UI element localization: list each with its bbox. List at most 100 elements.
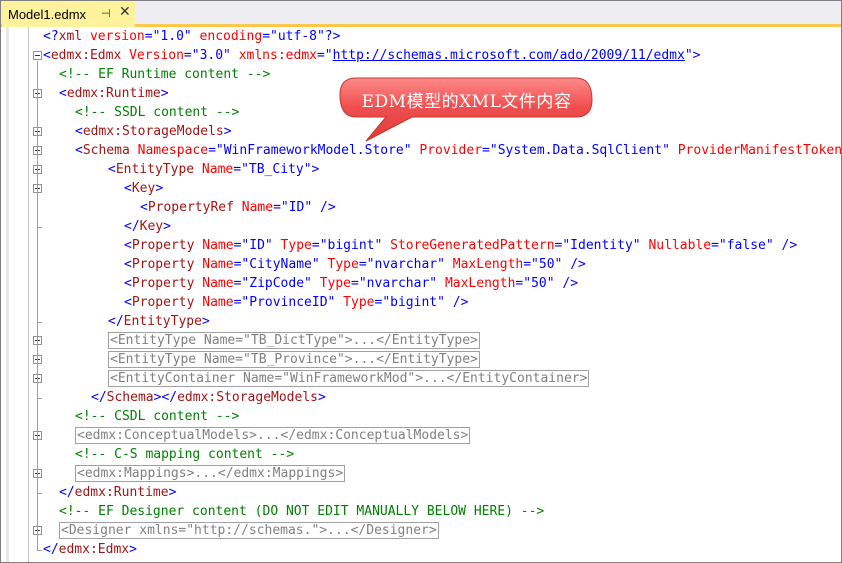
code-token: Name [194,276,234,291]
code-token[interactable]: http://schemas.microsoft.com/ado/2009/11… [333,48,685,63]
pin-icon[interactable]: ⊣ [101,7,111,20]
code-token: "> [684,48,701,63]
code-line[interactable]: <edmx:Edmx Version="3.0" xmlns:edmx="htt… [1,46,841,65]
code-line[interactable]: <Designer xmlns="http://schemas.">...</D… [1,521,841,540]
code-token: false [726,238,766,253]
code-token: =" [144,29,161,44]
code-line[interactable]: <?xml version="1.0" encoding="utf-8"?> [1,27,841,46]
code-line[interactable]: <EntityContainer Name="WinFrameworkMod">… [1,369,841,388]
code-token: "> [303,162,320,177]
code-token: " [183,29,192,44]
code-token: <!-- CSDL content --> [75,409,240,424]
code-token: edmx:Runtime [74,485,169,500]
code-token: " [662,143,670,158]
code-token: CityName [249,257,312,272]
code-token: ZipCode [249,276,305,291]
code-token: bigint [390,295,438,310]
collapsed-region[interactable]: <Designer xmlns="http://schemas.">...</D… [59,522,439,539]
code-token: edmx:StorageModels [82,124,224,139]
code-token: PropertyRef [147,200,234,215]
code-text: </EntityType> [108,312,210,331]
code-line[interactable]: </edmx:Runtime> [1,483,841,502]
code-line[interactable]: <!-- CSDL content --> [1,407,841,426]
code-line[interactable]: <!-- EF Designer content (DO NOT EDIT MA… [1,502,841,521]
callout-text: EDM模型的XML文件内容 [361,91,572,112]
code-token: < [75,143,83,158]
collapsed-region[interactable]: <edmx:Mappings>...</edmx:Mappings> [75,465,346,482]
code-token: < [108,162,116,177]
fold-end-marker [37,493,42,494]
collapsed-region[interactable]: <edmx:ConceptualModels>...</edmx:Concept… [75,427,471,444]
code-token: < [124,181,132,196]
code-line[interactable]: <EntityType Name="TB_Province">...</Enti… [1,350,841,369]
code-token: MaxLength [437,276,516,291]
code-token: " /> [765,238,798,253]
code-token: < [124,295,132,310]
code-token: < [140,200,148,215]
code-token: Type [272,238,312,253]
code-text: </edmx:Runtime> [59,483,176,502]
code-token: =" [273,200,289,215]
code-token: MaxLength [444,257,524,272]
code-line[interactable]: <Property Name="ZipCode" Type="nvarchar"… [1,274,841,293]
collapsed-region[interactable]: <EntityContainer Name="WinFrameworkMod">… [108,370,590,387]
code-line[interactable]: <PropertyRef Name="ID" /> [1,198,841,217]
code-token: ID [249,238,265,253]
close-icon[interactable]: ✕ [119,4,131,20]
code-token: edmx:StorageModels [177,390,318,405]
code-token: " [437,257,445,272]
code-line[interactable]: <Key> [1,179,841,198]
code-line[interactable]: </Key> [1,217,841,236]
code-token: Schema [82,143,130,158]
code-line[interactable]: <Property Name="ProvinceID" Type="bigint… [1,293,841,312]
fold-end-marker [37,227,42,228]
code-line[interactable]: <!-- C-S mapping content --> [1,445,841,464]
collapsed-region[interactable]: <EntityType Name="TB_Province">...</Enti… [108,351,480,368]
code-text: <Property Name="ZipCode" Type="nvarchar"… [124,274,578,293]
collapse-icon[interactable] [33,51,42,60]
code-token: =" [523,257,539,272]
code-text: </Schema></edmx:StorageModels> [91,388,326,407]
code-token: =" [262,29,278,44]
code-token: EntityType [115,162,195,177]
code-token: Property [131,257,195,272]
code-token: ProvinceID [249,295,328,310]
code-token: 50 [531,276,547,291]
code-token: 1.0 [160,29,184,44]
code-line[interactable]: <EntityType Name="TB_DictType">...</Enti… [1,331,841,350]
code-line[interactable]: </Schema></edmx:StorageModels> [1,388,841,407]
code-token: System.Data.SqlClient [497,143,663,158]
code-token: <!-- SSDL content --> [75,105,240,120]
code-text: <PropertyRef Name="ID" /> [140,198,336,217]
tab-model1-edmx[interactable]: Model1.edmx ⊣ ✕ [2,2,135,27]
code-line[interactable]: <edmx:ConceptualModels>...</edmx:Concept… [1,426,841,445]
code-token: =" [711,238,727,253]
code-token: > [155,181,164,196]
code-text: <Designer xmlns="http://schemas.">...</D… [59,521,439,540]
code-text: <edmx:StorageModels> [75,122,232,141]
code-line[interactable]: <Property Name="CityName" Type="nvarchar… [1,255,841,274]
code-token: Type [335,295,375,310]
code-token: =" [351,276,367,291]
code-text: <!-- EF Designer content (DO NOT EDIT MA… [59,502,544,521]
code-text: <edmx:ConceptualModels>...</edmx:Concept… [75,426,471,445]
code-token: version [82,29,145,44]
code-token: "?> [316,29,341,44]
collapsed-region[interactable]: <EntityType Name="TB_DictType">...</Enti… [108,332,480,349]
code-token: > [223,124,232,139]
code-token: Key [131,181,156,196]
code-token: " [403,143,412,158]
code-token: < [59,86,67,101]
code-line[interactable]: <edmx:Mappings>...</edmx:Mappings> [1,464,841,483]
code-token: </ [108,314,124,329]
code-token: TB_City [248,162,304,177]
code-token: " [429,276,438,291]
code-line[interactable]: <EntityType Name="TB_City"> [1,160,841,179]
code-line[interactable]: <Property Name="ID" Type="bigint" StoreG… [1,236,841,255]
code-text: <EntityType Name="TB_DictType">...</Enti… [108,331,480,350]
code-line[interactable]: </EntityType> [1,312,841,331]
code-token: ></ [153,390,178,405]
code-token: Type [311,276,352,291]
code-line[interactable]: </edmx:Edmx> [1,540,841,559]
fold-end-marker [37,398,42,399]
